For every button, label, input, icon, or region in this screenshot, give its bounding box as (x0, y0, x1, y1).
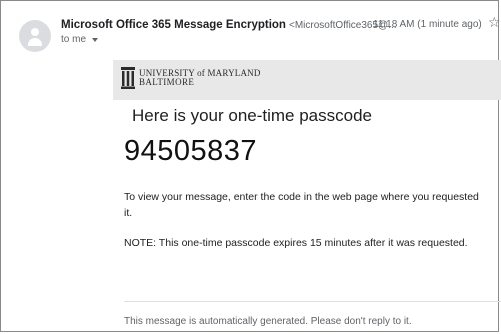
brand-banner: UNIVERSITY of MARYLAND BALTIMORE (113, 60, 501, 100)
avatar-head (31, 28, 39, 36)
columns-logo-icon (121, 67, 135, 89)
expiry-note: NOTE: This one-time passcode expires 15 … (124, 237, 468, 249)
instructions-text: To view your message, enter the code in … (124, 191, 479, 219)
message-timestamp: 11:18 AM (1 minute ago) (373, 19, 482, 30)
passcode: 94505837 (124, 135, 258, 167)
logo-text: UNIVERSITY of MARYLAND BALTIMORE (139, 69, 261, 87)
recipient-label: to me (61, 34, 87, 45)
university-logo: UNIVERSITY of MARYLAND BALTIMORE (121, 67, 261, 89)
star-icon[interactable]: ☆ (488, 15, 501, 29)
sender-name[interactable]: Microsoft Office 365 Message Encryption (61, 19, 286, 31)
message-heading: Here is your one-time passcode (132, 106, 373, 125)
sender-avatar-icon[interactable] (19, 20, 51, 52)
footer-divider (124, 301, 501, 302)
logo-line-baltimore: BALTIMORE (139, 77, 195, 87)
recipient-details-toggle[interactable]: to me (61, 34, 99, 45)
footer-text: This message is automatically generated.… (124, 316, 412, 327)
caret-down-icon (92, 37, 99, 42)
avatar-body (28, 38, 42, 46)
